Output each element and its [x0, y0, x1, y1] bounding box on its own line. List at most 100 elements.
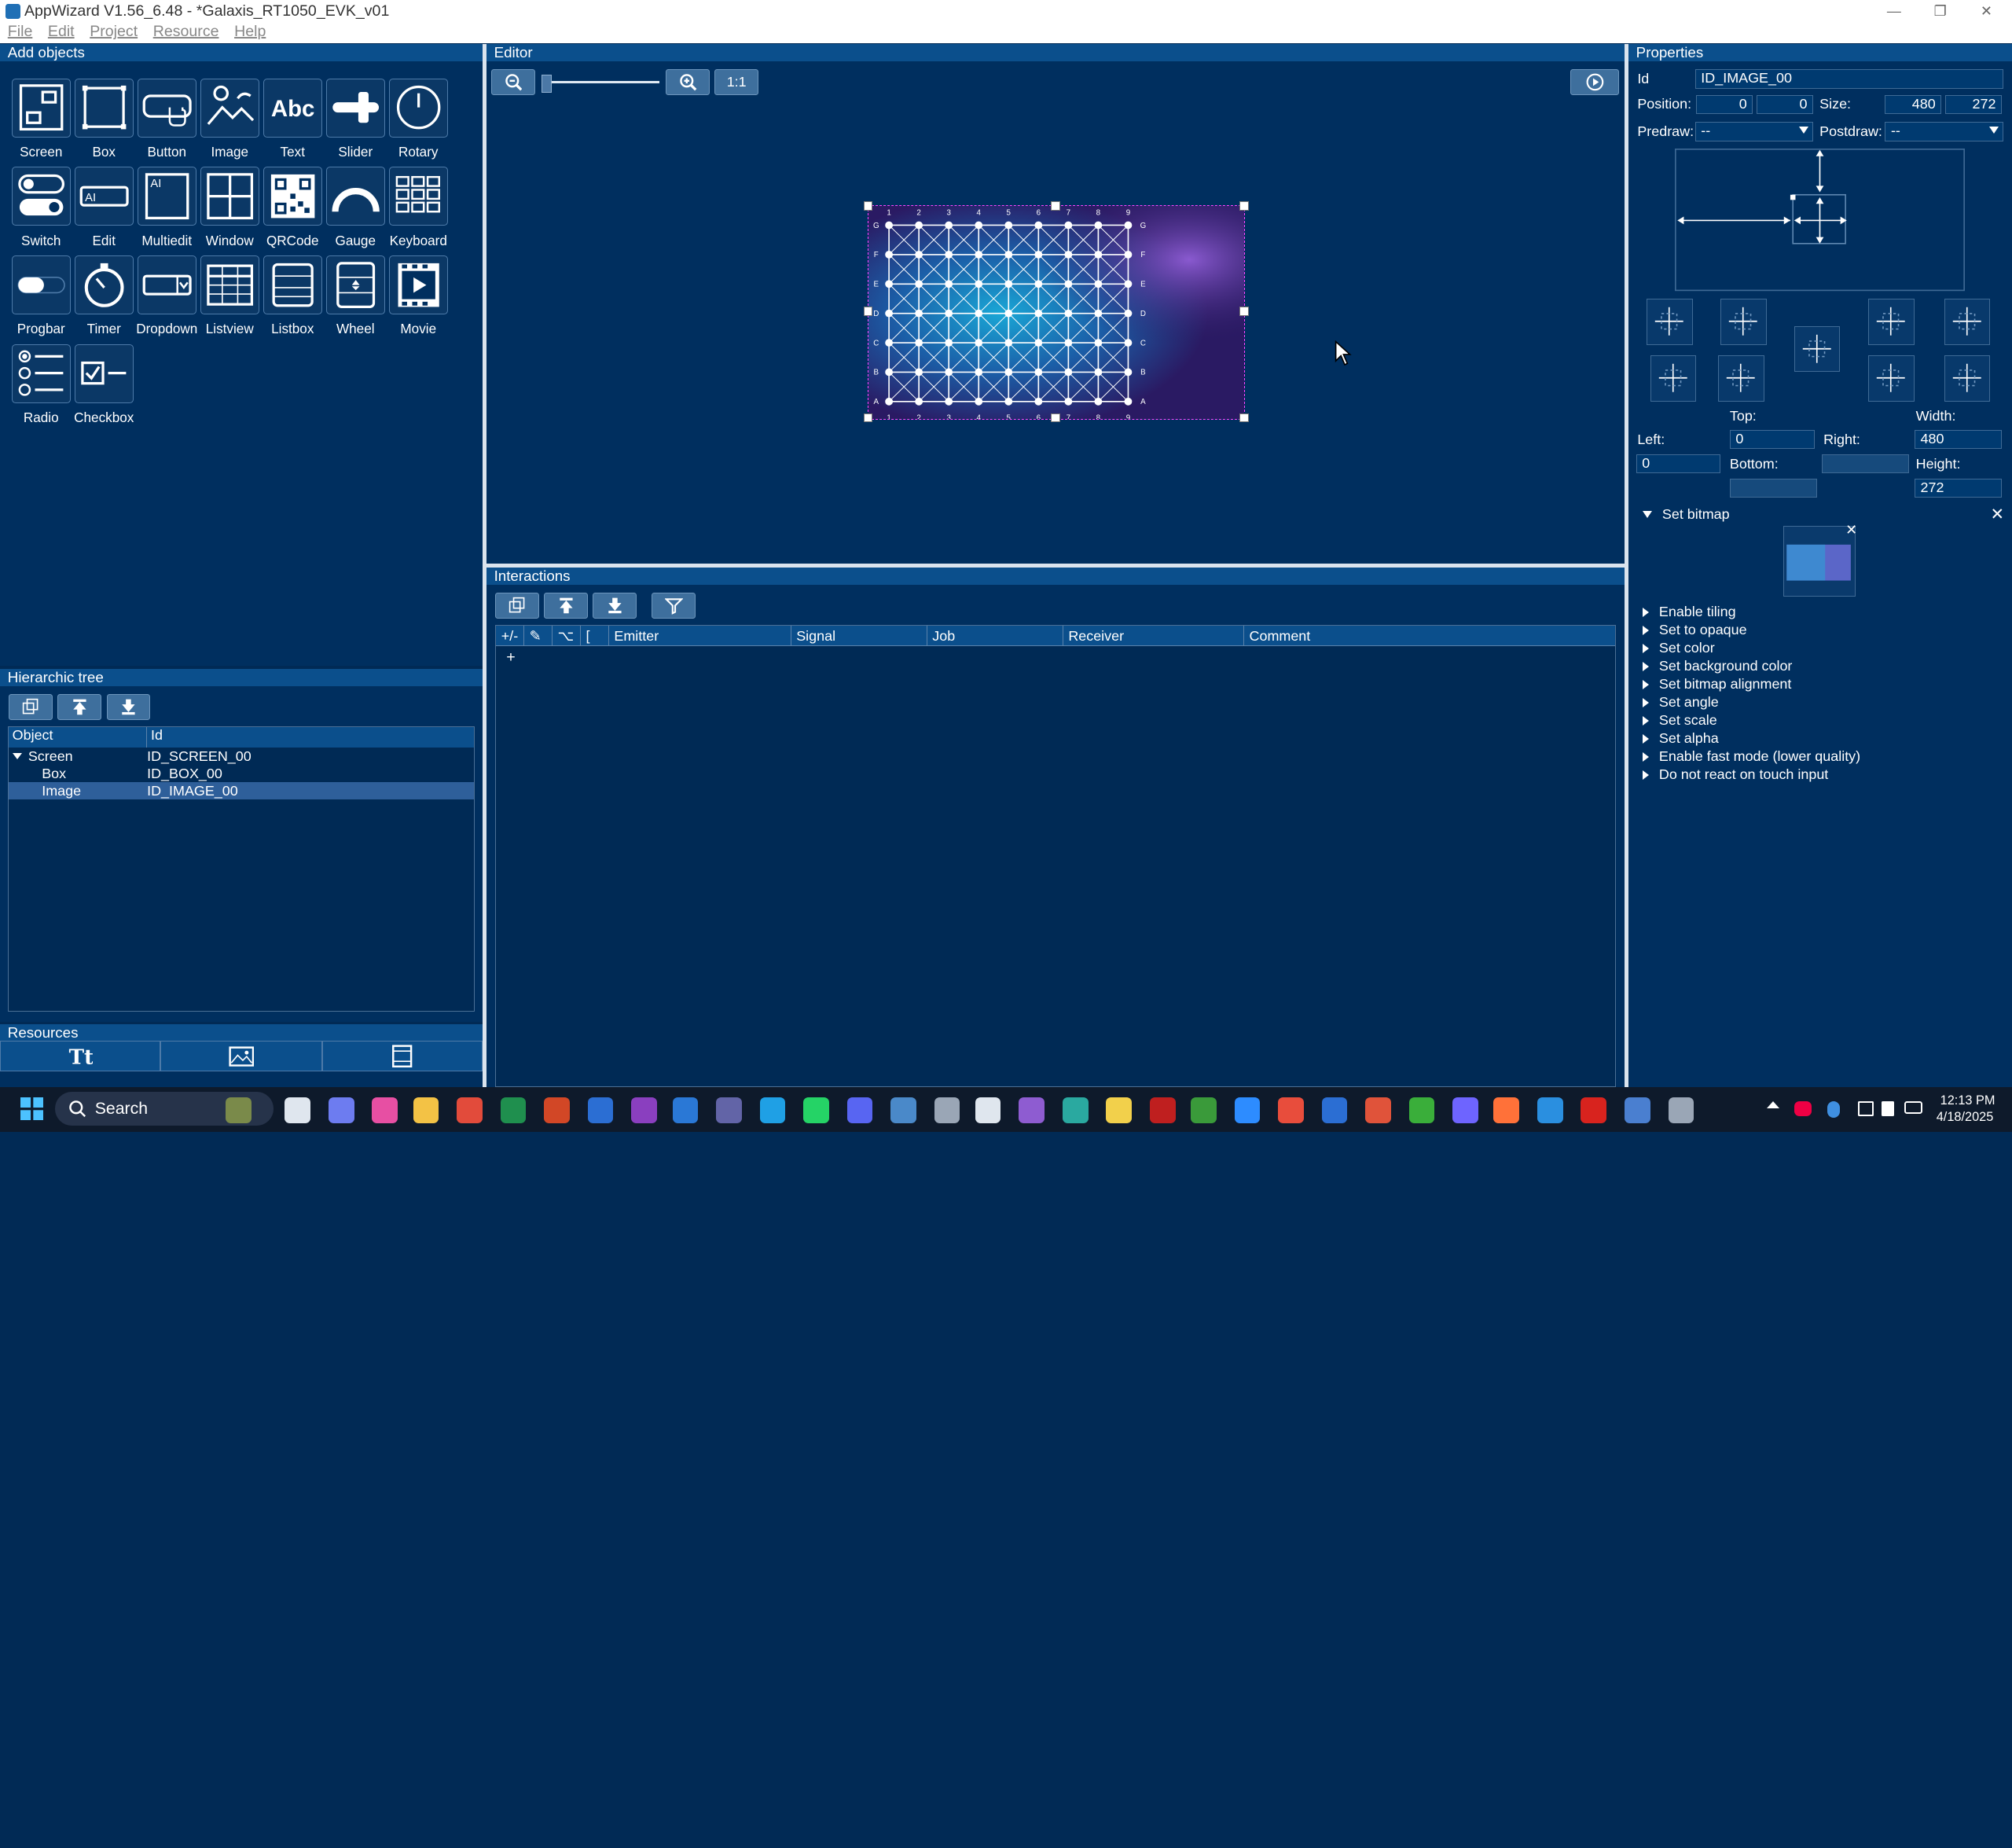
menu-project[interactable]: Project [82, 23, 145, 43]
clock-date[interactable]: 4/18/2025 [1937, 1110, 1994, 1125]
col-job[interactable]: Job [927, 626, 1063, 646]
appwizard-taskbar-icon[interactable] [1668, 1097, 1694, 1123]
s-app-icon[interactable] [1321, 1097, 1348, 1123]
whatsapp-icon[interactable] [803, 1097, 829, 1123]
c-app-icon[interactable] [1408, 1097, 1435, 1123]
property-section[interactable]: Set background color [1642, 657, 1792, 675]
tree-row-image[interactable]: Image ID_IMAGE_00 [8, 782, 475, 800]
window-app-icon[interactable] [1624, 1097, 1650, 1123]
expand-icon[interactable] [12, 753, 22, 760]
height-field[interactable]: 272 [1914, 478, 2002, 498]
maps-icon[interactable] [1537, 1097, 1563, 1123]
anchor-preset-button[interactable] [1868, 355, 1915, 402]
menu-help[interactable]: Help [226, 23, 274, 43]
graduation-icon[interactable] [934, 1097, 960, 1123]
col-signal[interactable]: Signal [791, 626, 927, 646]
tree-copy-button[interactable] [9, 694, 53, 720]
tray-app-icon[interactable] [1794, 1100, 1812, 1117]
resize-handle-e[interactable] [1239, 307, 1249, 316]
bitmap-thumbnail[interactable]: ✕ [1783, 522, 1857, 597]
anchor-preset-button[interactable] [1720, 299, 1768, 346]
left-field[interactable]: 0 [1636, 454, 1721, 474]
tool-listview[interactable]: Listview [200, 255, 262, 340]
property-section[interactable]: Enable tiling [1642, 603, 1736, 621]
snagit-icon[interactable] [1278, 1097, 1304, 1123]
play-simulation-button[interactable] [1570, 69, 1620, 95]
camtasia-icon[interactable] [1365, 1097, 1391, 1123]
resize-handle-se[interactable] [1239, 413, 1249, 423]
tool-button[interactable]: Button [137, 78, 199, 163]
top-field[interactable]: 0 [1729, 429, 1815, 450]
word-icon[interactable] [587, 1097, 614, 1123]
tray-overflow-icon[interactable] [1767, 1101, 1780, 1108]
menu-edit[interactable]: Edit [40, 23, 82, 43]
excel-icon[interactable] [500, 1097, 527, 1123]
tool-edit[interactable]: AI Edit [74, 167, 136, 252]
movie-resources-button[interactable] [321, 1041, 483, 1072]
zoom-out-button[interactable] [491, 69, 535, 95]
clear-bitmap-icon[interactable]: ✕ [1845, 522, 1857, 538]
discord-icon[interactable] [846, 1097, 873, 1123]
anchor-preset-button[interactable] [1650, 355, 1697, 402]
property-section[interactable]: Set angle [1642, 693, 1719, 711]
property-section[interactable]: Set bitmap alignment [1642, 675, 1791, 693]
office-icon[interactable] [372, 1097, 398, 1123]
zoom-reset-button[interactable]: 1:1 [714, 69, 758, 95]
widgets-icon[interactable] [226, 1097, 252, 1123]
width-field[interactable]: 480 [1914, 429, 2002, 450]
tree-row-screen[interactable]: Screen ID_SCREEN_00 [9, 748, 474, 765]
tool-switch[interactable]: Switch [11, 167, 73, 252]
property-section[interactable]: Set to opaque [1642, 621, 1747, 639]
tool-window[interactable]: Window [200, 167, 262, 252]
tool-wheel[interactable]: Wheel [325, 255, 387, 340]
property-section[interactable]: Enable fast mode (lower quality) [1642, 748, 1860, 766]
tool-image[interactable]: Image [200, 78, 262, 163]
tool-slider[interactable]: Slider [325, 78, 387, 163]
anchor-preset-button[interactable] [1868, 299, 1915, 346]
tree-move-up-button[interactable] [57, 694, 101, 720]
tool-listbox[interactable]: Listbox [263, 255, 325, 340]
minimize-button[interactable]: — [1871, 0, 1917, 23]
set-bitmap-section[interactable]: Set bitmap ✕ [1642, 505, 2004, 524]
image-object-preview[interactable]: 1 1 2 2 3 3 4 4 5 5 6 6 7 7 8 8 9 9 G G F F E E D D C C B B A A [867, 205, 1245, 420]
id-field[interactable]: ID_IMAGE_00 [1694, 69, 2003, 89]
add-interaction-button[interactable]: + [496, 646, 1614, 669]
volume-icon[interactable] [1881, 1100, 1894, 1117]
network-icon[interactable] [1858, 1100, 1874, 1117]
anchor-preset-button[interactable] [1944, 355, 1991, 402]
tree-row-box[interactable]: Box ID_BOX_00 [9, 765, 474, 782]
size-height-field[interactable]: 272 [1945, 94, 2002, 115]
anchor-preset-button[interactable] [1794, 325, 1841, 373]
anchor-preset-button[interactable] [1646, 299, 1693, 346]
col-condition[interactable]: ⌥ [553, 626, 581, 646]
powerpoint-icon[interactable] [544, 1097, 570, 1123]
windows-start-icon[interactable] [20, 1097, 44, 1121]
microphone-icon[interactable] [1827, 1100, 1841, 1119]
messenger-icon[interactable] [1452, 1097, 1478, 1123]
remove-bitmap-icon[interactable]: ✕ [1990, 505, 2004, 524]
app-icon[interactable] [1062, 1097, 1089, 1123]
battery-icon[interactable] [1904, 1100, 1922, 1115]
tool-multiedit[interactable]: AI Multiedit [137, 167, 199, 252]
interaction-copy-button[interactable] [495, 593, 539, 619]
resize-handle-sw[interactable] [863, 413, 873, 423]
resize-handle-n[interactable] [1051, 201, 1060, 211]
close-button[interactable]: ✕ [1963, 0, 2010, 23]
tool-keyboard[interactable]: Keyboard [388, 167, 450, 252]
tool-qrcode[interactable]: QRCode [263, 167, 325, 252]
col-edit[interactable]: ✎ [524, 626, 553, 646]
copilot-icon[interactable] [328, 1097, 354, 1123]
editor-icon[interactable] [1191, 1097, 1217, 1123]
visual-studio-icon[interactable] [1019, 1097, 1045, 1123]
property-section[interactable]: Set alpha [1642, 730, 1719, 748]
teams-icon[interactable] [716, 1097, 742, 1123]
property-section[interactable]: Do not react on touch input [1642, 766, 1828, 784]
menu-file[interactable]: File [0, 23, 40, 43]
notes-icon[interactable] [1106, 1097, 1133, 1123]
zoom-in-button[interactable] [666, 69, 710, 95]
resize-handle-w[interactable] [863, 307, 873, 316]
clock-time[interactable]: 12:13 PM [1940, 1093, 1995, 1108]
col-emitter[interactable]: Emitter [609, 626, 791, 646]
interaction-move-down-button[interactable] [593, 593, 637, 619]
tool-box[interactable]: Box [74, 78, 136, 163]
